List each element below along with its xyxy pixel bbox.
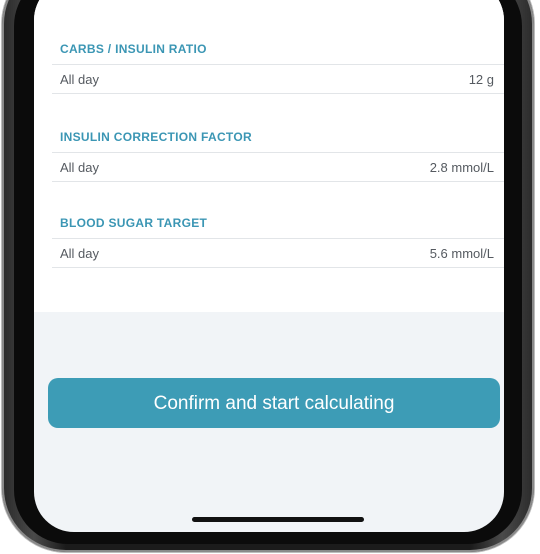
home-indicator[interactable] bbox=[192, 517, 364, 522]
row-value: 2.8 mmol/L bbox=[429, 160, 494, 175]
row-label: All day bbox=[60, 246, 100, 261]
phone-mockup: CARBS / INSULIN RATIO All day 12 g INSUL… bbox=[0, 0, 540, 554]
row-value: 5.6 mmol/L bbox=[429, 246, 494, 261]
confirm-and-start-calculating-button[interactable]: Confirm and start calculating bbox=[48, 378, 500, 428]
section-header-insulin-correction-factor: INSULIN CORRECTION FACTOR bbox=[60, 130, 252, 144]
section-header-carbs-insulin-ratio: CARBS / INSULIN RATIO bbox=[60, 42, 207, 56]
setting-row-carbs-insulin-ratio[interactable]: All day 12 g bbox=[52, 64, 504, 94]
row-label: All day bbox=[60, 72, 100, 87]
settings-card: CARBS / INSULIN RATIO All day 12 g INSUL… bbox=[34, 0, 504, 312]
setting-row-blood-sugar-target[interactable]: All day 5.6 mmol/L bbox=[52, 238, 504, 268]
section-header-blood-sugar-target: BLOOD SUGAR TARGET bbox=[60, 216, 208, 230]
row-value: 12 g bbox=[468, 72, 494, 87]
setting-row-insulin-correction-factor[interactable]: All day 2.8 mmol/L bbox=[52, 152, 504, 182]
row-label: All day bbox=[60, 160, 100, 175]
phone-screen: CARBS / INSULIN RATIO All day 12 g INSUL… bbox=[34, 0, 504, 532]
